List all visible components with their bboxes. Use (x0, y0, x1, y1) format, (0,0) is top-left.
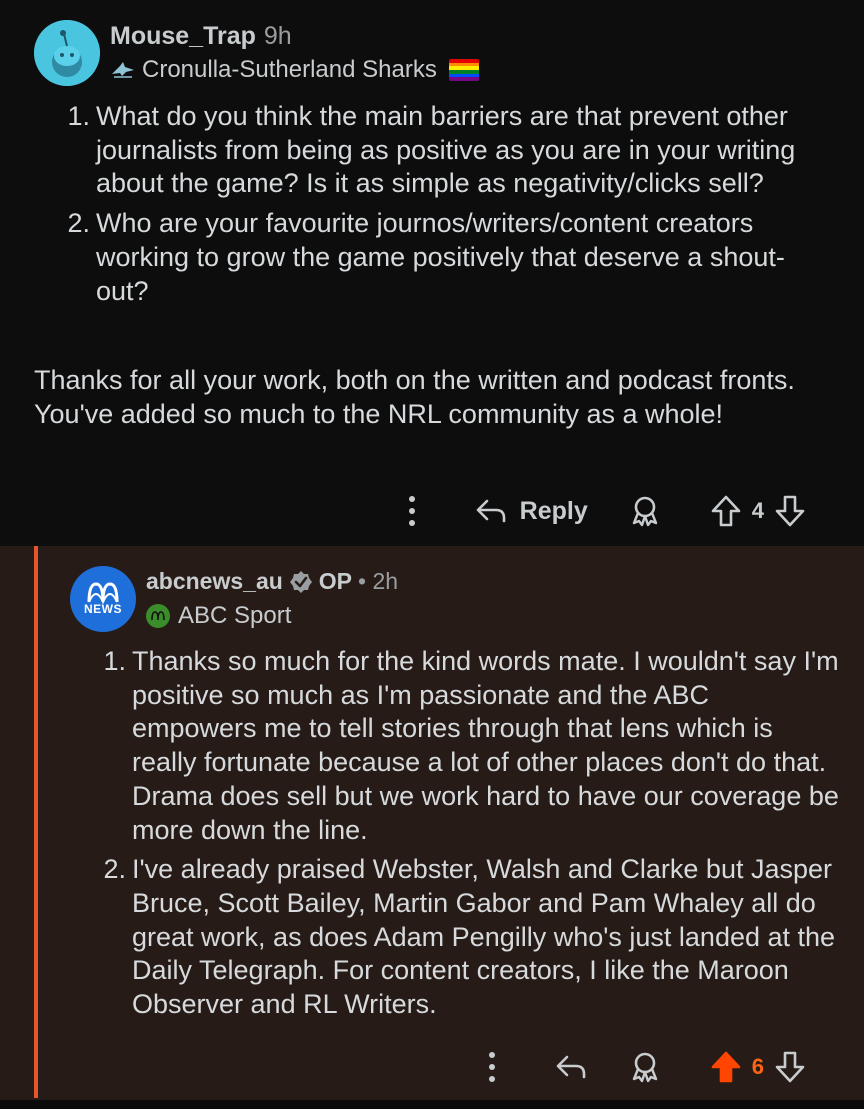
list-item: 1. What do you think the main barriers ar… (34, 100, 834, 201)
list-number: 2. (103, 854, 126, 885)
upvote-button[interactable] (710, 1050, 742, 1084)
avatar-text: NEWS (84, 602, 122, 616)
user-flair: Cronulla-Sutherland Sharks (110, 56, 479, 84)
reply-action-bar: 6 (486, 1050, 806, 1084)
downvote-button[interactable] (774, 1050, 806, 1084)
comment-author[interactable]: Mouse_Trap 9h (110, 22, 292, 51)
upvote-button[interactable] (710, 494, 742, 528)
sharks-logo-icon (112, 62, 134, 78)
list-item: 2. I've already praised Webster, Walsh an… (70, 853, 840, 1022)
list-item-text: Thanks so much for the kind words mate. … (132, 646, 839, 845)
list-number: 1. (103, 646, 126, 676)
list-item-text: What do you think the main barriers are … (96, 101, 796, 199)
op-label: OP (318, 568, 353, 594)
verified-badge-icon (289, 570, 312, 593)
award-icon (632, 1052, 657, 1083)
flair-text: ABC Sport (178, 602, 292, 629)
pride-flag-icon (448, 59, 479, 81)
abc-logo-icon (87, 582, 119, 604)
reply-author[interactable]: abcnews_au OP • 2h (146, 568, 398, 595)
list-item-text: I've already praised Webster, Walsh and … (132, 854, 836, 1020)
comment-age: 9h (263, 22, 292, 50)
reply-button[interactable] (554, 1052, 588, 1082)
list-item: 2. Who are your favourite journos/writers… (34, 207, 834, 308)
reply-icon (476, 499, 505, 523)
snoo-avatar-icon (34, 20, 100, 86)
username[interactable]: abcnews_au (146, 568, 283, 595)
reply-age: • 2h (358, 568, 399, 594)
upvote-icon (711, 495, 741, 527)
thread-rail[interactable] (34, 546, 38, 1098)
more-options-icon[interactable] (486, 1052, 498, 1082)
comment-paragraph: Thanks for all your work, both on the wr… (34, 365, 795, 429)
reply-icon (556, 1055, 586, 1079)
reply-answer-list: 1. Thanks so much for the kind words mate… (70, 645, 840, 1022)
more-options-icon[interactable] (406, 496, 418, 526)
downvote-icon (775, 1051, 805, 1083)
reply-flair: ABC Sport (146, 602, 291, 630)
list-number: 1. (67, 101, 90, 131)
upvote-filled-icon (711, 1051, 741, 1083)
award-icon (632, 496, 657, 527)
abc-news-avatar[interactable]: NEWS (70, 566, 136, 632)
username[interactable]: Mouse_Trap (110, 22, 256, 50)
downvote-button[interactable] (774, 494, 806, 528)
reply-button[interactable]: Reply (474, 496, 588, 526)
flair-text: Cronulla-Sutherland Sharks (142, 56, 437, 83)
bottom-edge (0, 1100, 864, 1109)
comment-action-bar: Reply 4 (406, 494, 806, 528)
reply-label: Reply (519, 496, 588, 525)
list-item-text: Who are your favourite journos/writers/c… (96, 208, 785, 306)
award-button[interactable] (628, 1050, 662, 1084)
list-number: 2. (67, 208, 90, 239)
parent-comment: Mouse_Trap 9h Cronulla-Sutherland Sharks … (0, 0, 864, 546)
vote-score: 6 (751, 1054, 764, 1079)
downvote-icon (775, 495, 805, 527)
comment-question-list: 1. What do you think the main barriers ar… (34, 100, 834, 308)
user-avatar[interactable] (34, 20, 100, 86)
vote-score: 4 (751, 498, 764, 523)
list-item: 1. Thanks so much for the kind words mate… (70, 645, 840, 847)
abc-sport-logo-icon (146, 604, 170, 628)
award-button[interactable] (628, 494, 662, 528)
